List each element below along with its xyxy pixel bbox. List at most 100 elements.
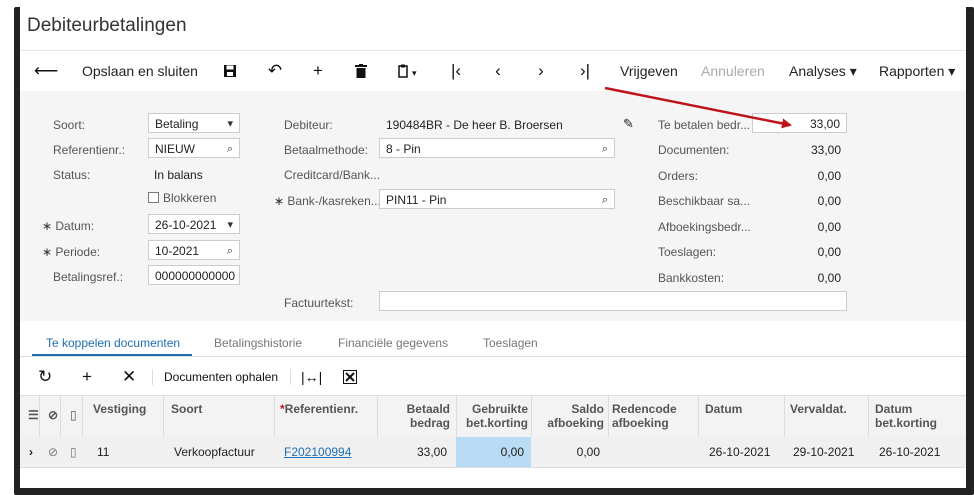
col-due[interactable]: Vervaldat. (790, 402, 847, 416)
chevron-down-icon: ▾ (227, 219, 233, 231)
col-date[interactable]: Datum (705, 402, 742, 416)
refresh-icon[interactable]: ↻ (38, 361, 52, 393)
search-icon: ⌕ (226, 143, 233, 155)
table-row[interactable]: › ⊘ ▯ 11 Verkoopfactuur F202100994 33,00… (20, 437, 966, 468)
next-record-icon[interactable]: › (530, 51, 552, 91)
delete-icon[interactable] (350, 51, 372, 91)
tab-surcharges[interactable]: Toeslagen (483, 336, 538, 350)
divider (608, 396, 609, 438)
cell-discount[interactable]: 0,00 (458, 437, 524, 467)
cell-type[interactable]: Verkoopfactuur (174, 437, 255, 467)
invoice-text-input[interactable] (379, 291, 847, 311)
cell-ref-link[interactable]: F202100994 (284, 437, 351, 467)
payref-label: Betalingsref.: (53, 270, 124, 284)
fit-columns-icon[interactable]: |↔| (301, 361, 322, 393)
divider (82, 396, 83, 438)
row-expand-icon[interactable]: › (29, 437, 33, 467)
attachment-icon[interactable]: ⊘ (48, 437, 58, 467)
col-type[interactable]: Soort (171, 402, 202, 416)
undo-icon[interactable]: ↶ (264, 51, 286, 91)
reports-menu[interactable]: Rapporten ▾ (879, 51, 955, 91)
excel-export-icon[interactable] (343, 361, 357, 393)
divider (152, 369, 153, 385)
col-discount[interactable]: Gebruikte bet.korting (458, 402, 528, 430)
cell-date[interactable]: 26-10-2021 (709, 437, 770, 467)
ref-value: NIEUW (155, 142, 195, 156)
payment-form: Soort: Betaling ▾ Referentienr.: NIEUW ⌕… (20, 91, 966, 321)
detail-tabs: Te koppelen documenten Betalingshistorie… (20, 332, 966, 357)
surcharges-label: Toeslagen: (658, 245, 717, 259)
copy-paste-icon[interactable]: ▾ (390, 51, 424, 91)
col-paid[interactable]: Betaald bedrag (386, 402, 450, 430)
edit-icon[interactable]: ✎ (623, 116, 634, 132)
cancel-button[interactable]: Annuleren (701, 51, 765, 91)
tab-payment-history[interactable]: Betalingshistorie (214, 336, 302, 350)
note-icon[interactable]: ▯ (70, 437, 77, 467)
col-branch[interactable]: Vestiging (93, 402, 146, 416)
main-toolbar: ⟵ Opslaan en sluiten ↶ + ▾ |‹ ‹ › ›| Vri… (20, 50, 966, 92)
bank-fees-label: Bankkosten: (658, 271, 725, 285)
documents-value: 33,00 (810, 143, 841, 157)
divider (290, 369, 291, 385)
release-button[interactable]: Vrijgeven (620, 51, 678, 91)
add-row-icon[interactable]: + (82, 361, 92, 393)
bank-fees-value: 0,00 (817, 271, 841, 285)
divider (39, 396, 40, 438)
cash-account-value: PIN11 - Pin (386, 193, 447, 207)
cell-balance[interactable]: 0,00 (536, 437, 600, 467)
divider (60, 396, 61, 438)
col-reason[interactable]: Redencode afboeking (612, 402, 677, 430)
analyses-menu[interactable]: Analyses ▾ (789, 51, 857, 91)
divider (698, 396, 699, 438)
divider (274, 396, 275, 438)
cell-due[interactable]: 29-10-2021 (793, 437, 854, 467)
col-discount-date[interactable]: Datum bet.korting (875, 402, 937, 430)
ref-input[interactable]: NIEUW ⌕ (148, 138, 240, 158)
date-input[interactable]: 26-10-2021 ▾ (148, 214, 240, 234)
amount-due-input[interactable]: 33,00 (752, 113, 847, 133)
tab-documents[interactable]: Te koppelen documenten (46, 336, 180, 350)
cell-discount-date[interactable]: 26-10-2021 (879, 437, 940, 467)
date-label: ∗ Datum: (42, 219, 95, 233)
delete-row-icon[interactable]: ✕ (122, 361, 136, 393)
previous-record-icon[interactable]: ‹ (487, 51, 509, 91)
save-close-button[interactable]: Opslaan en sluiten (82, 51, 198, 91)
cell-branch[interactable]: 11 (97, 437, 109, 467)
col-ref[interactable]: *Referentienr. (280, 402, 358, 416)
page-title: Debiteurbetalingen (27, 15, 187, 36)
hold-label: Blokkeren (163, 191, 217, 205)
save-icon[interactable] (219, 51, 241, 91)
cash-account-input[interactable]: PIN11 - Pin ⌕ (379, 189, 615, 209)
search-icon: ⌕ (601, 194, 608, 206)
chevron-down-icon: ▾ (227, 118, 233, 130)
back-icon[interactable]: ⟵ (34, 51, 58, 91)
cell-paid[interactable]: 33,00 (386, 437, 447, 467)
fetch-documents-button[interactable]: Documenten ophalen (164, 361, 278, 393)
search-icon: ⌕ (226, 245, 233, 257)
customer-label: Debiteur: (284, 118, 333, 132)
tab-financial[interactable]: Financiële gegevens (338, 336, 448, 350)
add-icon[interactable]: + (307, 51, 329, 91)
type-value: Betaling (155, 117, 199, 131)
customer-value[interactable]: 190484BR - De heer B. Broersen (386, 118, 563, 132)
period-input[interactable]: 10-2021 ⌕ (148, 240, 240, 260)
screenshot-frame: Debiteurbetalingen ⟵ Opslaan en sluiten … (0, 0, 974, 495)
period-value: 10-2021 (155, 244, 200, 258)
payref-input[interactable]: 000000000000 (148, 265, 240, 285)
first-record-icon[interactable]: |‹ (445, 51, 467, 91)
search-icon: ⌕ (601, 143, 608, 155)
grid-toolbar: ↻ + ✕ Documenten ophalen |↔| (20, 361, 966, 393)
hold-checkbox[interactable]: Blokkeren (148, 191, 216, 205)
divider (868, 396, 869, 438)
attachment-icon: ⊘ (48, 408, 59, 422)
col-balance[interactable]: Saldo afboeking (536, 402, 604, 430)
active-tab-underline (32, 354, 192, 356)
type-select[interactable]: Betaling ▾ (148, 113, 240, 133)
method-input[interactable]: 8 - Pin ⌕ (379, 138, 615, 158)
invoice-text-label: Factuurtekst: (284, 296, 354, 310)
last-record-icon[interactable]: ›| (574, 51, 596, 91)
divider (531, 396, 532, 438)
ref-label: Referentienr.: (53, 143, 126, 157)
row-menu-icon[interactable]: ☰ (28, 408, 39, 422)
writeoff-label: Afboekingsbedr... (658, 220, 751, 234)
